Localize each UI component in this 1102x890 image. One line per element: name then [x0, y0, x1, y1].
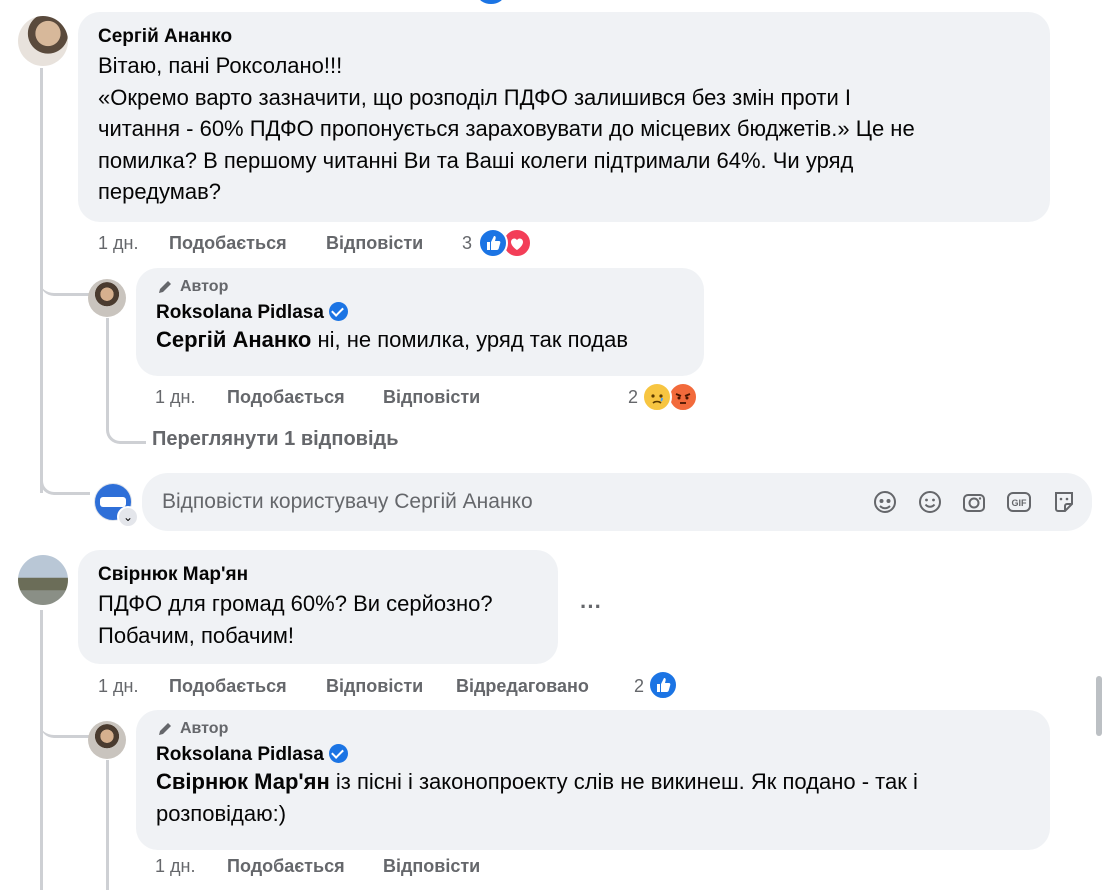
more-options-icon[interactable]: ··· — [580, 594, 602, 620]
thread-connector-reply1 — [40, 262, 90, 296]
sticker-icon[interactable] — [1051, 489, 1077, 515]
edited-label[interactable]: Відредаговано — [456, 676, 589, 697]
comment-time[interactable]: 1 дн. — [98, 676, 138, 697]
like-icon — [478, 228, 508, 258]
avatar[interactable] — [18, 16, 68, 66]
thread-line-comment2 — [40, 610, 43, 890]
like-button-label: Подобається — [169, 676, 287, 696]
pen-icon — [159, 281, 171, 293]
gif-icon[interactable]: GIF — [1006, 489, 1032, 515]
author-badge: Автор — [156, 720, 1030, 738]
reply-button[interactable]: Відповісти — [383, 387, 480, 408]
top-like-reaction-icon — [478, 0, 504, 4]
reply-button-label: Відповісти — [326, 676, 424, 696]
reply-button-label: Відповісти — [383, 856, 481, 876]
avatar[interactable] — [88, 279, 126, 317]
verified-badge-icon — [328, 302, 348, 322]
reply-button[interactable]: Відповісти — [326, 676, 423, 697]
pen-icon — [159, 723, 171, 735]
reply-button-label: Відповісти — [326, 233, 424, 253]
reply-bubble: Автор Roksolana Pidlasa Сергій Ананко ні… — [136, 268, 704, 376]
like-button-label: Подобається — [227, 387, 345, 407]
account-switch-chevron-icon[interactable]: ⌄ — [117, 506, 139, 528]
sad-icon — [642, 382, 672, 412]
thread-connector-reply2 — [40, 704, 90, 738]
reply-text-line: Свірнюк Мар'ян із пісні і законопроекту … — [156, 766, 1030, 798]
author-badge-label: Автор — [180, 720, 229, 737]
reaction-count[interactable]: 2 — [628, 387, 638, 408]
like-button[interactable]: Подобається — [227, 856, 345, 877]
view-replies-link[interactable]: Переглянути 1 відповідь — [152, 428, 399, 451]
like-button-label: Подобається — [227, 856, 345, 876]
thread-line-reply2 — [106, 760, 109, 890]
like-button[interactable]: Подобається — [227, 387, 345, 408]
like-button[interactable]: Подобається — [169, 676, 287, 697]
reply-button[interactable]: Відповісти — [383, 856, 480, 877]
comment-bubble: Сергій Ананко Вітаю, пані Роксолано!!! «… — [78, 12, 1050, 222]
comment-author[interactable]: Свірнюк Мар'ян — [98, 564, 538, 586]
reply-button-label: Відповісти — [383, 387, 481, 407]
like-button-label: Подобається — [169, 233, 287, 253]
comment-line: Вітаю, пані Роксолано!!! — [98, 53, 343, 78]
comment-line: читання - 60% ПДФО пропонується зарахову… — [98, 116, 915, 141]
reply-text-line: розповідаю:) — [156, 800, 287, 826]
emoji-icon[interactable] — [917, 489, 943, 515]
comment-author[interactable]: Сергій Ананко — [98, 26, 1030, 48]
svg-text:GIF: GIF — [1012, 498, 1028, 508]
comment-time[interactable]: 1 дн. — [98, 233, 138, 254]
comment-line: Побачим, побачим! — [98, 622, 294, 648]
reply-bubble: Автор Roksolana Pidlasa Свірнюк Мар'ян і… — [136, 710, 1050, 850]
reply-button[interactable]: Відповісти — [326, 233, 423, 254]
reply-time[interactable]: 1 дн. — [155, 387, 195, 408]
comment-line: «Окремо варто зазначити, що розподіл ПДФ… — [98, 84, 851, 110]
mention-link[interactable]: Свірнюк Мар'ян — [156, 769, 330, 794]
reaction-count[interactable]: 2 — [634, 676, 644, 697]
reply-text-line: Сергій Ананко ні, не помилка, уряд так п… — [156, 324, 684, 356]
reply-time[interactable]: 1 дн. — [155, 856, 195, 877]
verified-badge-icon — [328, 744, 348, 764]
edited-label-text: Відредаговано — [456, 676, 589, 696]
camera-icon[interactable] — [961, 489, 987, 515]
reply-text: ні, не помилка, уряд так подав — [311, 327, 629, 352]
scrollbar-thumb[interactable] — [1096, 676, 1102, 736]
comment-line: передумав? — [98, 179, 222, 204]
comment-line: ПДФО для громад 60%? Ви серйозно? — [98, 591, 493, 616]
thread-connector-input — [40, 470, 90, 495]
reply-author[interactable]: Roksolana Pidlasa — [156, 744, 324, 765]
avatar-sticker-icon[interactable] — [872, 489, 898, 515]
mention-link[interactable]: Сергій Ананко — [156, 327, 311, 352]
author-badge-label: Автор — [180, 278, 229, 295]
comment-line: помилка? В першому читанні Ви та Ваші ко… — [98, 147, 854, 173]
angry-icon — [668, 382, 698, 412]
like-icon — [648, 670, 678, 700]
reaction-count[interactable]: 3 — [462, 233, 472, 254]
reply-text: із пісні і законопроекту слів не викинеш… — [329, 769, 918, 794]
like-button[interactable]: Подобається — [169, 233, 287, 254]
comment-bubble: Свірнюк Мар'ян ПДФО для громад 60%? Ви с… — [78, 550, 558, 664]
reply-input-placeholder: Відповісти користувачу Сергій Ананко — [162, 490, 533, 513]
avatar[interactable] — [18, 555, 68, 605]
reply-author[interactable]: Roksolana Pidlasa — [156, 302, 324, 323]
avatar[interactable] — [88, 721, 126, 759]
author-badge: Автор — [156, 278, 684, 296]
reply-input[interactable]: Відповісти користувачу Сергій Ананко GIF — [142, 473, 1092, 531]
